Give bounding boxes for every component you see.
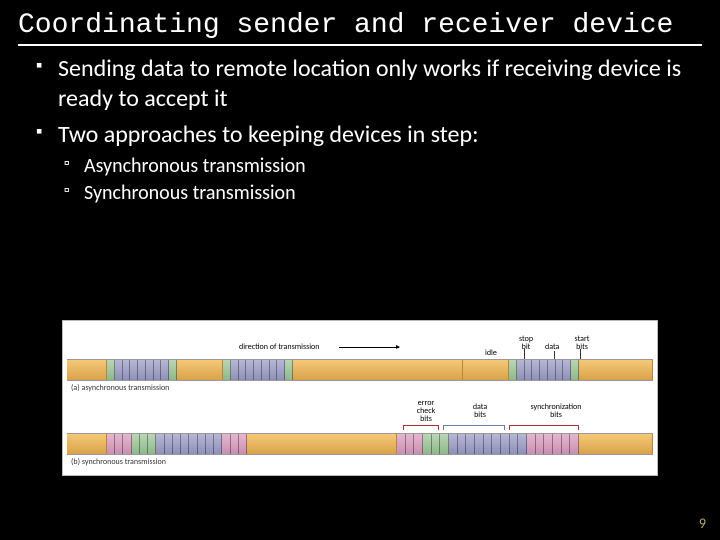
seg-idle-4 (463, 360, 509, 380)
bullet-list: Sending data to remote location only wor… (30, 54, 690, 206)
seg-syn-block-1 (107, 434, 247, 454)
bullet-2: Two approaches to keeping devices in ste… (30, 120, 690, 206)
seg-syn-right (579, 434, 653, 454)
seg-idle-3 (293, 360, 463, 380)
slide-content: Sending data to remote location only wor… (0, 54, 720, 206)
labels-row-a: direction of transmission stop bit data … (67, 329, 653, 359)
sub-bullet-list: Asynchronous transmission Synchronous tr… (58, 154, 690, 206)
band-asynchronous (67, 359, 653, 381)
leader-line-start (580, 349, 581, 359)
title-underline (18, 44, 702, 46)
band-synchronous (67, 433, 653, 455)
data-label: data (545, 343, 559, 351)
transmission-diagram: direction of transmission stop bit data … (62, 320, 658, 476)
sync-bits-label: synchronization bits (521, 403, 591, 419)
direction-label: direction of transmission (239, 343, 319, 351)
start-bits-label: start bits (571, 335, 593, 351)
sub-bullet-1: Asynchronous transmission (58, 154, 690, 179)
bracket-error (403, 425, 439, 430)
bracket-data (443, 425, 505, 430)
seg-frame-1 (107, 360, 177, 380)
seg-frame-3 (509, 360, 579, 380)
seg-frame-2 (223, 360, 293, 380)
seg-idle-left (67, 360, 107, 380)
slide: Coordinating sender and receiver device … (0, 0, 720, 540)
seg-idle-right (579, 360, 653, 380)
stop-bit-label: stop bit (515, 335, 537, 351)
bracket-sync (509, 425, 579, 430)
slide-title: Coordinating sender and receiver device (0, 0, 720, 44)
sub-bullet-2: Synchronous transmission (58, 181, 690, 206)
labels-row-b: error check bits data bits synchronizati… (67, 399, 653, 425)
diagram-box: direction of transmission stop bit data … (62, 320, 658, 476)
caption-a: (a) asynchronous transmission (67, 381, 653, 399)
seg-idle-2 (177, 360, 223, 380)
bracket-row-b (67, 425, 653, 433)
leader-line-stop (524, 349, 525, 359)
seg-syn-left (67, 434, 107, 454)
bullet-1: Sending data to remote location only wor… (30, 54, 690, 114)
idle-label: idle (485, 349, 497, 357)
caption-b: (b) synchronous transmission (67, 455, 653, 473)
page-number: 9 (699, 515, 706, 532)
data-bits-label: data bits (467, 403, 493, 419)
error-check-bits-label: error check bits (411, 399, 441, 423)
seg-syn-gap (247, 434, 397, 454)
direction-arrow (339, 347, 399, 348)
bullet-2-text: Two approaches to keeping devices in ste… (58, 120, 479, 149)
leader-line-data (554, 351, 555, 359)
seg-syn-block-2 (397, 434, 579, 454)
